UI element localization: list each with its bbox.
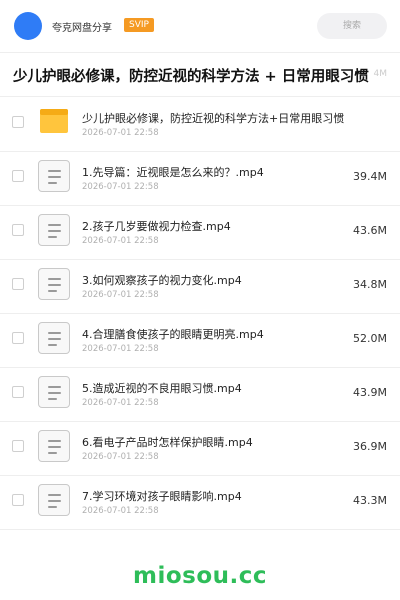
app-header: 夸克网盘分享 SVIP 搜索 (0, 0, 400, 53)
title-size: 4M (373, 69, 388, 79)
file-size: 52.0M (353, 332, 387, 345)
file-row[interactable]: 7.学习环境对孩子眼睛影响.mp4 2026-07-01 22:58 43.3M (0, 475, 400, 530)
video-file-icon (38, 268, 70, 300)
row-checkbox[interactable] (12, 332, 24, 344)
file-name: 4.合理膳食使孩子的眼睛更明亮.mp4 (82, 328, 264, 341)
file-row[interactable]: 6.看电子产品时怎样保护眼睛.mp4 2026-07-01 22:58 36.9… (0, 421, 400, 476)
folder-date: 2026-07-01 22:58 (82, 128, 159, 138)
file-date: 2026-07-01 22:58 (82, 452, 159, 462)
avatar[interactable] (14, 12, 42, 40)
file-date: 2026-07-01 22:58 (82, 506, 159, 516)
video-file-icon (38, 214, 70, 246)
file-date: 2026-07-01 22:58 (82, 290, 159, 300)
file-name: 2.孩子几岁要做视力检查.mp4 (82, 220, 231, 233)
row-checkbox[interactable] (12, 116, 24, 128)
row-checkbox[interactable] (12, 224, 24, 236)
file-date: 2026-07-01 22:58 (82, 182, 159, 192)
row-checkbox[interactable] (12, 386, 24, 398)
file-name: 5.造成近视的不良用眼习惯.mp4 (82, 382, 242, 395)
video-file-icon (38, 430, 70, 462)
file-row[interactable]: 4.合理膳食使孩子的眼睛更明亮.mp4 2026-07-01 22:58 52.… (0, 313, 400, 368)
user-name: 夸克网盘分享 (52, 23, 112, 34)
video-file-icon (38, 160, 70, 192)
file-date: 2026-07-01 22:58 (82, 236, 159, 246)
file-size: 43.6M (353, 224, 387, 237)
file-date: 2026-07-01 22:58 (82, 344, 159, 354)
file-size: 39.4M (353, 170, 387, 183)
file-name: 1.先导篇：近视眼是怎么来的？.mp4 (82, 166, 264, 179)
row-checkbox[interactable] (12, 278, 24, 290)
file-row[interactable]: 2.孩子几岁要做视力检查.mp4 2026-07-01 22:58 43.6M (0, 205, 400, 260)
video-file-icon (38, 376, 70, 408)
file-name: 7.学习环境对孩子眼睛影响.mp4 (82, 490, 242, 503)
file-row[interactable]: 5.造成近视的不良用眼习惯.mp4 2026-07-01 22:58 43.9M (0, 367, 400, 422)
file-row[interactable]: 1.先导篇：近视眼是怎么来的？.mp4 2026-07-01 22:58 39.… (0, 151, 400, 206)
file-row[interactable]: 3.如何观察孩子的视力变化.mp4 2026-07-01 22:58 34.8M (0, 259, 400, 314)
video-file-icon (38, 484, 70, 516)
file-size: 43.3M (353, 494, 387, 507)
video-file-icon (38, 322, 70, 354)
search-input[interactable]: 搜索 (317, 13, 387, 39)
file-name: 6.看电子产品时怎样保护眼睛.mp4 (82, 436, 253, 449)
file-date: 2026-07-01 22:58 (82, 398, 159, 408)
file-size: 36.9M (353, 440, 387, 453)
file-name: 3.如何观察孩子的视力变化.mp4 (82, 274, 242, 287)
page-title: 少儿护眼必修课，防控近视的科学方法 + 日常用眼习惯 (13, 69, 369, 85)
file-size: 43.9M (353, 386, 387, 399)
title-row: 少儿护眼必修课，防控近视的科学方法 + 日常用眼习惯 4M (0, 52, 400, 97)
file-size: 34.8M (353, 278, 387, 291)
row-checkbox[interactable] (12, 494, 24, 506)
folder-row[interactable]: 少儿护眼必修课，防控近视的科学方法+日常用眼习惯 2026-07-01 22:5… (0, 97, 400, 152)
row-checkbox[interactable] (12, 170, 24, 182)
row-checkbox[interactable] (12, 440, 24, 452)
watermark: miosou.cc (132, 563, 268, 589)
folder-name: 少儿护眼必修课，防控近视的科学方法+日常用眼习惯 (82, 112, 345, 125)
folder-icon (40, 109, 68, 133)
svip-badge: SVIP (124, 18, 154, 32)
